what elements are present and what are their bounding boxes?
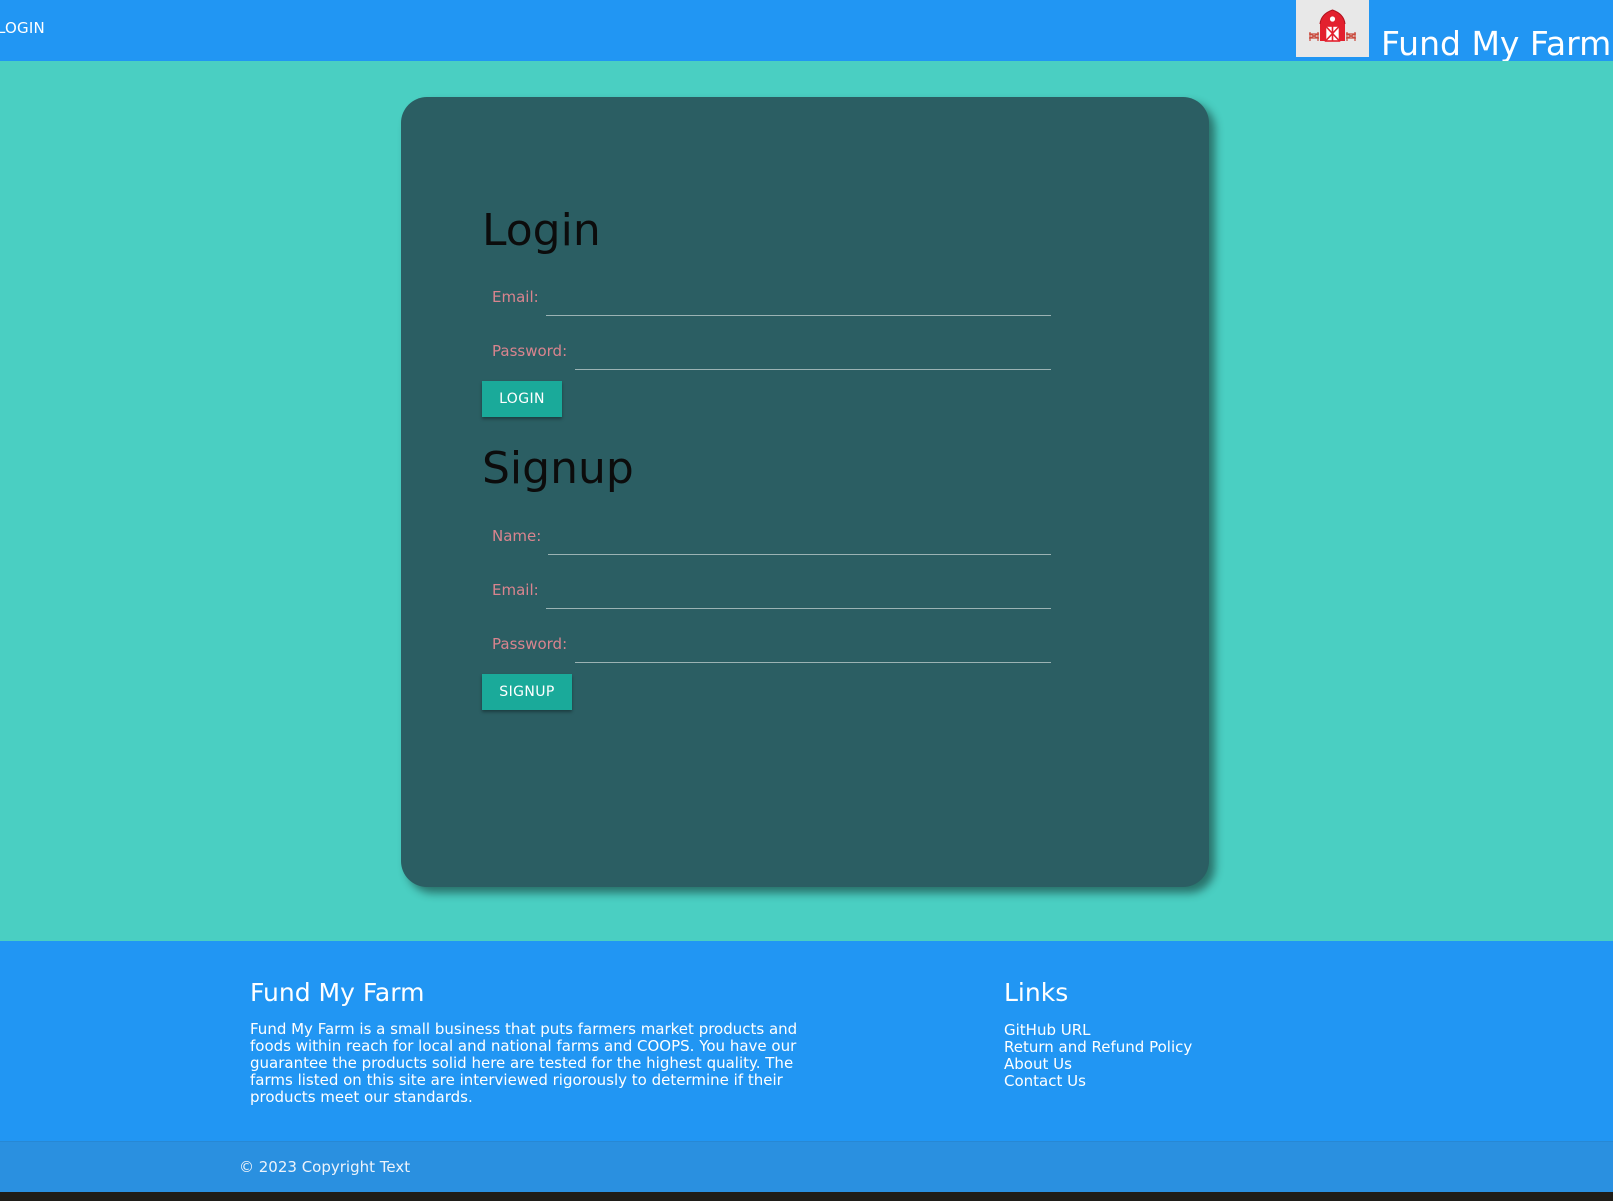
login-email-label: Email: [492,288,539,306]
list-item: Return and Refund Policy [1004,1038,1192,1056]
refund-policy-link[interactable]: Return and Refund Policy [1004,1038,1192,1056]
footer-links-list: GitHub URL Return and Refund Policy Abou… [1004,1021,1192,1090]
nav-login-link[interactable]: LOGIN [0,19,45,37]
footer-links-title: Links [1004,978,1069,1007]
copyright-bar: © 2023 Copyright Text [0,1141,1613,1192]
login-email-field[interactable] [546,286,1051,316]
footer: Fund My Farm Fund My Farm is a small bus… [0,941,1613,1192]
signup-password-label: Password: [492,635,568,653]
signup-name-field[interactable] [548,525,1051,555]
footer-about-text: Fund My Farm is a small business that pu… [250,1020,798,1106]
signup-title: Signup [482,443,634,494]
login-button[interactable]: LOGIN [482,381,562,417]
github-link[interactable]: GitHub URL [1004,1021,1091,1039]
list-item: Contact Us [1004,1072,1192,1090]
signup-email-label: Email: [492,581,539,599]
list-item: About Us [1004,1055,1192,1073]
about-us-link[interactable]: About Us [1004,1055,1072,1073]
signup-email-field[interactable] [546,579,1051,609]
list-item: GitHub URL [1004,1021,1192,1039]
signup-password-field[interactable] [575,633,1051,663]
brand-title[interactable]: Fund My Farm [1381,24,1611,63]
login-title: Login [482,205,601,256]
footer-about-title: Fund My Farm [250,978,425,1007]
copyright-text: © 2023 Copyright Text [239,1158,411,1176]
login-password-label: Password: [492,342,568,360]
signup-name-label: Name: [492,527,542,545]
login-password-field[interactable] [575,340,1051,370]
barn-icon[interactable] [1296,0,1369,57]
auth-card: Login Email: Password: LOGIN Signup Name… [401,97,1209,887]
contact-us-link[interactable]: Contact Us [1004,1072,1086,1090]
main-content: Login Email: Password: LOGIN Signup Name… [0,61,1613,941]
top-nav: LOGIN Fund My Farm [0,0,1613,63]
signup-button[interactable]: SIGNUP [482,674,572,710]
